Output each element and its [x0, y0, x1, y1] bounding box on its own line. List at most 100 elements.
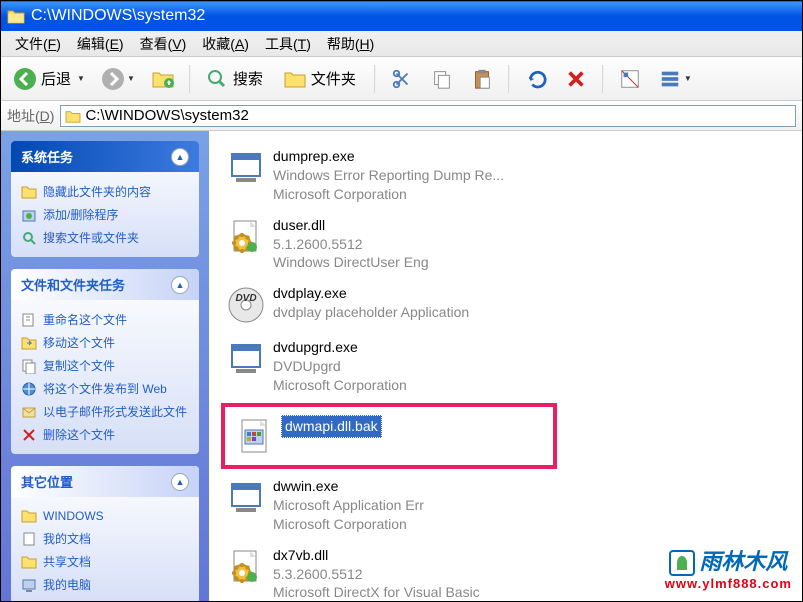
- back-button[interactable]: 后退 ▼: [7, 63, 91, 95]
- file-description: DVDUpgrd: [273, 357, 407, 376]
- properties-button[interactable]: [612, 63, 648, 95]
- panel-header[interactable]: 系统任务 ▲: [11, 141, 199, 172]
- forward-icon: [101, 67, 125, 91]
- panel-header[interactable]: 其它位置 ▲: [11, 466, 199, 497]
- file-description: 5.3.2600.5512: [273, 565, 480, 584]
- menu-file[interactable]: 文件(F): [7, 32, 69, 56]
- panel-header[interactable]: 文件和文件夹任务 ▲: [11, 269, 199, 300]
- chevron-down-icon: ▼: [127, 74, 135, 83]
- chevron-down-icon: ▼: [77, 74, 85, 83]
- menu-bar: 文件(F) 编辑(E) 查看(V) 收藏(A) 工具(T) 帮助(H): [1, 31, 802, 57]
- task-publish-web[interactable]: 将这个文件发布到 Web: [21, 377, 189, 400]
- task-email[interactable]: 以电子邮件形式发送此文件: [21, 400, 189, 423]
- file-description: 5.1.2600.5512: [273, 235, 429, 254]
- file-item[interactable]: duser.dll 5.1.2600.5512 Windows DirectUs…: [221, 212, 541, 277]
- file-name: dvdplay.exe: [273, 284, 469, 303]
- paste-icon: [470, 67, 494, 91]
- file-name: dwmapi.dll.bak: [281, 415, 382, 438]
- file-item[interactable]: dx7vb.dll 5.3.2600.5512 Microsoft Direct…: [221, 542, 541, 601]
- task-delete[interactable]: 删除这个文件: [21, 423, 189, 446]
- chevron-down-icon: ▼: [684, 74, 692, 83]
- panel-title: 其它位置: [21, 472, 73, 491]
- panel-title: 系统任务: [21, 147, 73, 166]
- window-title: C:\WINDOWS\system32: [31, 7, 205, 25]
- file-icon: [225, 338, 267, 380]
- menu-help[interactable]: 帮助(H): [319, 32, 382, 56]
- file-info: dwmapi.dll.bak: [281, 415, 382, 457]
- file-description: Windows Error Reporting Dump Re...: [273, 166, 504, 185]
- forward-button[interactable]: ▼: [95, 63, 141, 95]
- back-icon: [13, 67, 37, 91]
- toolbar-separator: [602, 65, 604, 93]
- file-icon: DVD: [225, 284, 267, 326]
- delete-button[interactable]: [558, 63, 594, 95]
- views-button[interactable]: ▼: [652, 63, 698, 95]
- folders-icon: [283, 67, 307, 91]
- search-label: 搜索: [233, 68, 263, 89]
- collapse-icon[interactable]: ▲: [171, 276, 189, 294]
- toolbar: 后退 ▼ ▼ 搜索 文件夹: [1, 57, 802, 101]
- file-info: dvdupgrd.exe DVDUpgrd Microsoft Corporat…: [273, 338, 407, 395]
- file-name: dwwin.exe: [273, 477, 424, 496]
- address-input[interactable]: C:\WINDOWS\system32: [60, 105, 796, 127]
- menu-edit[interactable]: 编辑(E): [69, 32, 132, 56]
- file-icon: [225, 546, 267, 588]
- search-button[interactable]: 搜索: [199, 63, 273, 95]
- address-path: C:\WINDOWS\system32: [85, 107, 248, 124]
- file-company: Windows DirectUser Eng: [273, 253, 429, 272]
- task-rename[interactable]: 重命名这个文件: [21, 308, 189, 331]
- title-bar: C:\WINDOWS\system32: [1, 1, 802, 31]
- undo-button[interactable]: [518, 63, 554, 95]
- copy-button[interactable]: [424, 63, 460, 95]
- file-name: dx7vb.dll: [273, 546, 480, 565]
- place-windows[interactable]: WINDOWS: [21, 505, 189, 527]
- search-icon: [205, 67, 229, 91]
- task-copy[interactable]: 复制这个文件: [21, 354, 189, 377]
- menu-tools[interactable]: 工具(T): [257, 32, 319, 56]
- file-item[interactable]: DVD dvdplay.exe dvdplay placeholder Appl…: [221, 280, 541, 330]
- scissors-icon: [390, 67, 414, 91]
- file-item[interactable]: dwmapi.dll.bak: [229, 411, 549, 461]
- place-my-documents[interactable]: 我的文档: [21, 527, 189, 550]
- menu-favorites[interactable]: 收藏(A): [194, 32, 257, 56]
- up-button[interactable]: [145, 63, 181, 95]
- place-my-computer[interactable]: 我的电脑: [21, 573, 189, 596]
- views-icon: [658, 67, 682, 91]
- file-name: duser.dll: [273, 216, 429, 235]
- file-item[interactable]: dvdupgrd.exe DVDUpgrd Microsoft Corporat…: [221, 334, 541, 399]
- collapse-icon[interactable]: ▲: [171, 473, 189, 491]
- cut-button[interactable]: [384, 63, 420, 95]
- panel-other-places: 其它位置 ▲ WINDOWS 我的文档 共享文档 我的电脑: [11, 466, 199, 601]
- paste-button[interactable]: [464, 63, 500, 95]
- address-label: 地址(D): [7, 106, 54, 126]
- menu-view[interactable]: 查看(V): [132, 32, 195, 56]
- task-move[interactable]: 移动这个文件: [21, 331, 189, 354]
- folder-icon: [65, 109, 81, 123]
- task-hide-contents[interactable]: 隐藏此文件夹的内容: [21, 180, 189, 203]
- address-bar: 地址(D) C:\WINDOWS\system32: [1, 101, 802, 131]
- file-icon: [225, 477, 267, 519]
- folders-label: 文件夹: [311, 68, 356, 89]
- panel-file-tasks: 文件和文件夹任务 ▲ 重命名这个文件 移动这个文件 复制这个文件 将这个文件发布…: [11, 269, 199, 454]
- file-description: Microsoft Application Err: [273, 496, 424, 515]
- watermark: 雨林木风 www.ylmf888.com: [665, 544, 792, 591]
- file-list-pane[interactable]: dumprep.exe Windows Error Reporting Dump…: [209, 131, 802, 601]
- file-info: dumprep.exe Windows Error Reporting Dump…: [273, 147, 504, 204]
- file-company: Microsoft DirectX for Visual Basic: [273, 583, 480, 601]
- task-search-files[interactable]: 搜索文件或文件夹: [21, 226, 189, 249]
- file-info: dwwin.exe Microsoft Application Err Micr…: [273, 477, 424, 534]
- file-item[interactable]: dwwin.exe Microsoft Application Err Micr…: [221, 473, 541, 538]
- panel-title: 文件和文件夹任务: [21, 275, 125, 294]
- toolbar-separator: [189, 65, 191, 93]
- file-info: dx7vb.dll 5.3.2600.5512 Microsoft Direct…: [273, 546, 480, 601]
- place-shared-docs[interactable]: 共享文档: [21, 550, 189, 573]
- toolbar-separator: [374, 65, 376, 93]
- folders-button[interactable]: 文件夹: [277, 63, 366, 95]
- file-icon: [225, 216, 267, 258]
- file-item[interactable]: dumprep.exe Windows Error Reporting Dump…: [221, 143, 541, 208]
- collapse-icon[interactable]: ▲: [171, 148, 189, 166]
- folder-icon: [7, 8, 25, 24]
- task-add-remove-programs[interactable]: 添加/删除程序: [21, 203, 189, 226]
- back-label: 后退: [41, 68, 71, 89]
- file-company: Microsoft Corporation: [273, 185, 504, 204]
